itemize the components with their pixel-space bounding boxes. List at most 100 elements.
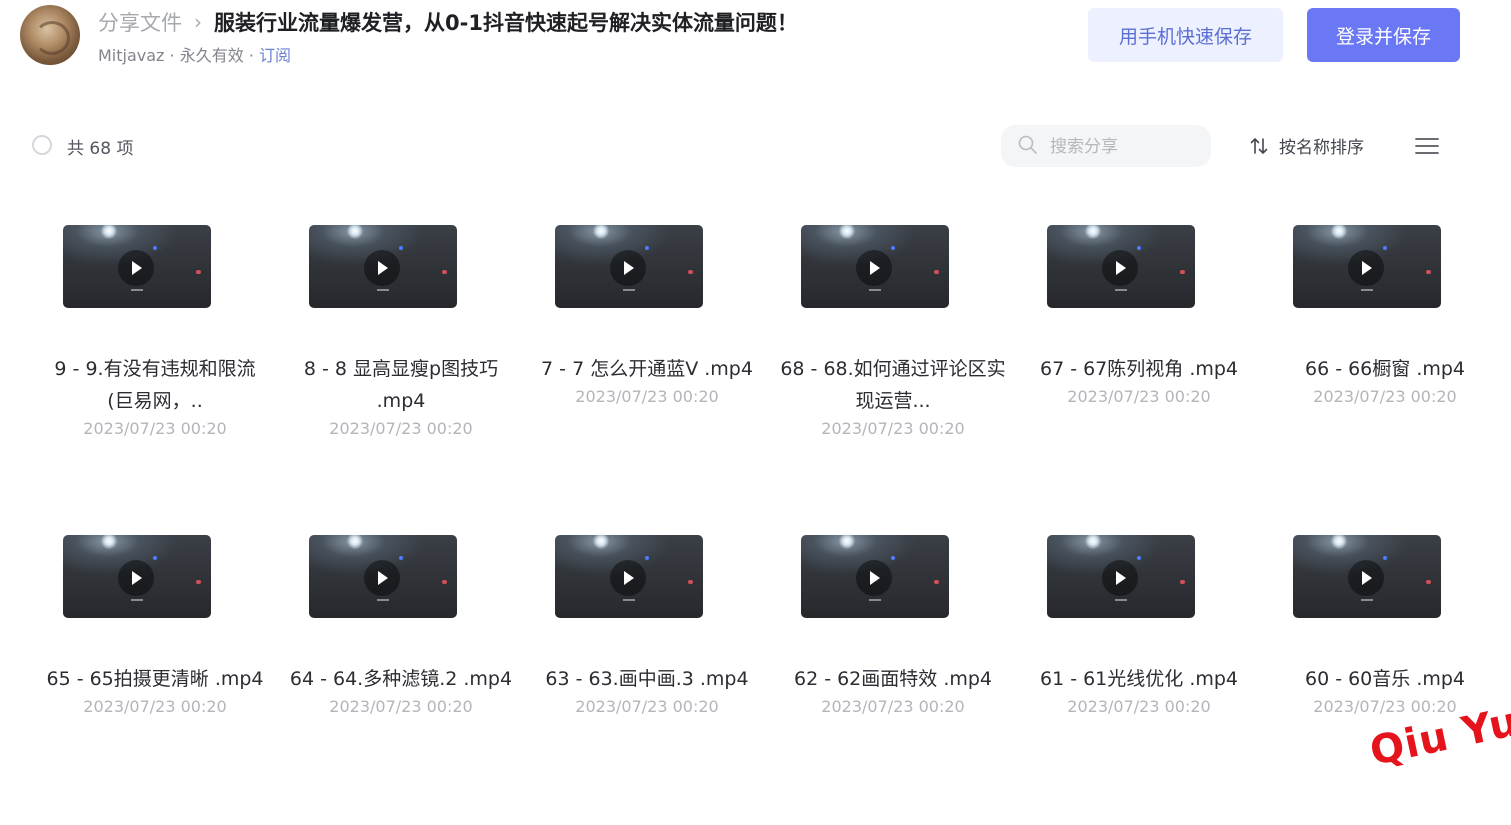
thumbnail-decor [196, 270, 201, 274]
video-thumbnail[interactable] [309, 535, 457, 618]
thumbnail-decor [1085, 535, 1101, 549]
thumbnail-decor [1361, 289, 1373, 291]
thumbnail-decor [1331, 535, 1347, 549]
file-name[interactable]: 8 - 8 显高显瘦p图技巧 .mp4 [288, 353, 514, 417]
play-icon[interactable] [610, 560, 646, 596]
thumbnail-decor [934, 580, 939, 584]
file-date: 2023/07/23 00:20 [329, 697, 473, 716]
file-item[interactable]: 8 - 8 显高显瘦p图技巧 .mp4 2023/07/23 00:20 [278, 225, 524, 515]
thumbnail-decor [377, 289, 389, 291]
file-item[interactable]: 66 - 66橱窗 .mp4 2023/07/23 00:20 [1262, 225, 1508, 515]
file-name[interactable]: 65 - 65拍摄更清晰 .mp4 [42, 663, 268, 695]
play-icon[interactable] [364, 250, 400, 286]
file-date: 2023/07/23 00:20 [821, 419, 965, 438]
thumbnail-decor [442, 270, 447, 274]
thumbnail-decor [399, 556, 403, 560]
file-item[interactable]: 7 - 7 怎么开通蓝V .mp4 2023/07/23 00:20 [524, 225, 770, 515]
list-view-icon[interactable] [1414, 135, 1440, 157]
thumbnail-decor [869, 289, 881, 291]
play-icon[interactable] [118, 250, 154, 286]
play-icon[interactable] [1102, 560, 1138, 596]
thumbnail-decor [645, 556, 649, 560]
search-box[interactable] [1001, 125, 1211, 167]
file-name[interactable]: 7 - 7 怎么开通蓝V .mp4 [534, 353, 760, 385]
file-item[interactable]: 63 - 63.画中画.3 .mp4 2023/07/23 00:20 [524, 535, 770, 825]
play-icon[interactable] [1348, 560, 1384, 596]
file-name[interactable]: 61 - 61光线优化 .mp4 [1026, 663, 1252, 695]
video-thumbnail[interactable] [1047, 535, 1195, 618]
file-item[interactable]: 68 - 68.如何通过评论区实现运营... 2023/07/23 00:20 [770, 225, 1016, 515]
file-name[interactable]: 9 - 9.有没有违规和限流(巨易网，.. [42, 353, 268, 417]
video-thumbnail[interactable] [555, 535, 703, 618]
file-date: 2023/07/23 00:20 [821, 697, 965, 716]
file-name[interactable]: 67 - 67陈列视角 .mp4 [1026, 353, 1252, 385]
thumbnail-decor [839, 535, 855, 549]
file-date: 2023/07/23 00:20 [1067, 697, 1211, 716]
file-item[interactable]: 64 - 64.多种滤镜.2 .mp4 2023/07/23 00:20 [278, 535, 524, 825]
play-icon[interactable] [118, 560, 154, 596]
file-date: 2023/07/23 00:20 [575, 387, 719, 406]
thumbnail-decor [101, 535, 117, 549]
thumbnail-decor [1137, 246, 1141, 250]
video-thumbnail[interactable] [555, 225, 703, 308]
thumbnail-decor [347, 535, 363, 549]
video-thumbnail[interactable] [801, 225, 949, 308]
file-item[interactable]: 60 - 60音乐 .mp4 2023/07/23 00:20 [1262, 535, 1508, 825]
subscribe-link[interactable]: 订阅 [259, 46, 291, 65]
video-thumbnail[interactable] [1293, 225, 1441, 308]
file-item[interactable]: 61 - 61光线优化 .mp4 2023/07/23 00:20 [1016, 535, 1262, 825]
thumbnail-decor [1085, 225, 1101, 239]
thumbnail-decor [645, 246, 649, 250]
video-thumbnail[interactable] [63, 535, 211, 618]
video-thumbnail[interactable] [309, 225, 457, 308]
thumbnail-decor [593, 535, 609, 549]
play-icon[interactable] [856, 250, 892, 286]
login-and-save-button[interactable]: 登录并保存 [1307, 8, 1460, 62]
file-name[interactable]: 64 - 64.多种滤镜.2 .mp4 [288, 663, 514, 695]
video-thumbnail[interactable] [1047, 225, 1195, 308]
thumbnail-decor [1115, 599, 1127, 601]
sort-by-name-button[interactable]: 按名称排序 [1249, 133, 1364, 158]
play-icon[interactable] [1348, 250, 1384, 286]
thumbnail-decor [1383, 556, 1387, 560]
file-date: 2023/07/23 00:20 [1067, 387, 1211, 406]
item-count: 共 68 项 [67, 139, 134, 159]
file-name[interactable]: 66 - 66橱窗 .mp4 [1272, 353, 1498, 385]
file-name[interactable]: 68 - 68.如何通过评论区实现运营... [780, 353, 1006, 417]
thumbnail-decor [891, 246, 895, 250]
thumbnail-decor [196, 580, 201, 584]
thumbnail-decor [1115, 289, 1127, 291]
validity-text: 永久有效 [179, 46, 244, 65]
play-icon[interactable] [856, 560, 892, 596]
thumbnail-decor [623, 599, 635, 601]
file-item[interactable]: 67 - 67陈列视角 .mp4 2023/07/23 00:20 [1016, 225, 1262, 515]
thumbnail-decor [1361, 599, 1373, 601]
meta-dot: · [248, 46, 254, 65]
file-name[interactable]: 62 - 62画面特效 .mp4 [780, 663, 1006, 695]
meta-dot: · [169, 46, 175, 65]
play-icon[interactable] [610, 250, 646, 286]
video-thumbnail[interactable] [801, 535, 949, 618]
video-thumbnail[interactable] [63, 225, 211, 308]
select-all-checkbox[interactable] [32, 135, 52, 155]
thumbnail-decor [869, 599, 881, 601]
file-item[interactable]: 9 - 9.有没有违规和限流(巨易网，.. 2023/07/23 00:20 [32, 225, 278, 515]
search-input[interactable] [1048, 133, 1202, 161]
sort-label: 按名称排序 [1279, 138, 1364, 158]
thumbnail-decor [623, 289, 635, 291]
file-item[interactable]: 62 - 62画面特效 .mp4 2023/07/23 00:20 [770, 535, 1016, 825]
thumbnail-decor [153, 246, 157, 250]
breadcrumb-root-link[interactable]: 分享文件 [98, 7, 182, 37]
file-name[interactable]: 63 - 63.画中画.3 .mp4 [534, 663, 760, 695]
file-item[interactable]: 65 - 65拍摄更清晰 .mp4 2023/07/23 00:20 [32, 535, 278, 825]
avatar[interactable] [20, 5, 80, 65]
thumbnail-decor [1331, 225, 1347, 239]
thumbnail-decor [347, 225, 363, 239]
file-name[interactable]: 60 - 60音乐 .mp4 [1272, 663, 1498, 695]
search-icon [1018, 135, 1037, 154]
video-thumbnail[interactable] [1293, 535, 1441, 618]
save-via-phone-button[interactable]: 用手机快速保存 [1088, 8, 1283, 62]
thumbnail-decor [442, 580, 447, 584]
play-icon[interactable] [1102, 250, 1138, 286]
play-icon[interactable] [364, 560, 400, 596]
